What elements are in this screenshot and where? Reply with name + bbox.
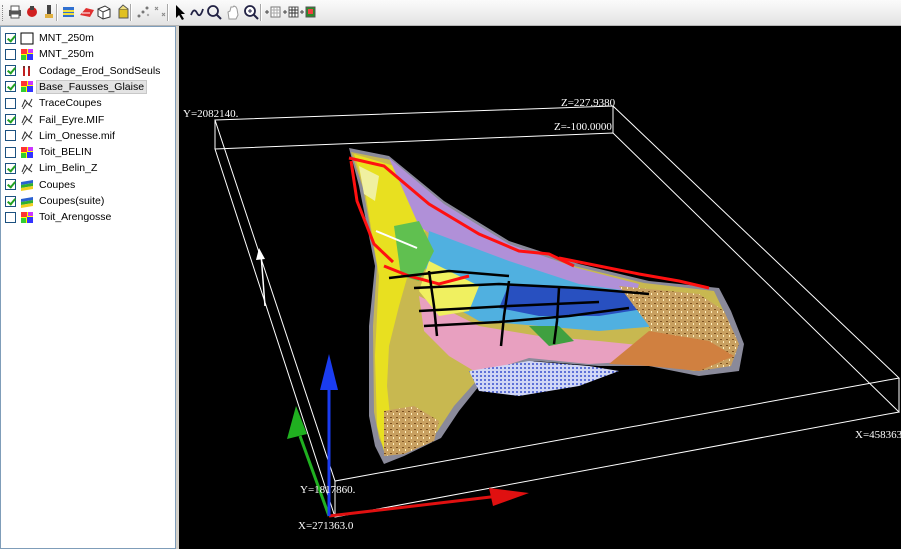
polyline-icon: [20, 162, 34, 175]
layer-visibility-checkbox[interactable]: [5, 146, 16, 158]
sections-icon: [20, 195, 34, 208]
colorful-grid-icon: [20, 211, 34, 224]
pointer-button[interactable]: [171, 3, 189, 21]
layer-name[interactable]: MNT_250m: [37, 48, 96, 60]
layer-name[interactable]: Lim_Onesse.mif: [37, 130, 117, 142]
layer-visibility-checkbox[interactable]: [5, 114, 16, 125]
empty-frame-icon: [20, 32, 34, 45]
label-y-bottom: Y=1817860.: [300, 484, 356, 496]
layer-item[interactable]: Coupes(suite): [5, 193, 106, 209]
toolbar-separator: [167, 4, 169, 21]
colorful-grid-icon: [20, 146, 34, 159]
surface-icon: [80, 8, 94, 17]
sections-icon: [20, 178, 34, 192]
3d-scene[interactable]: [179, 26, 901, 549]
open-icon: [27, 6, 37, 17]
layer-name[interactable]: Toit_BELIN: [37, 146, 94, 158]
layer-item[interactable]: Toit_Arengosse: [5, 209, 113, 225]
layer-visibility-checkbox[interactable]: [5, 130, 16, 142]
open-button[interactable]: [23, 3, 41, 21]
layer-item[interactable]: TraceCoupes: [5, 95, 104, 111]
cube-icon: [97, 5, 111, 20]
cube-button[interactable]: [95, 3, 113, 21]
zoom-window-icon: [244, 5, 259, 20]
add-section-icon: [283, 6, 299, 18]
layer-name[interactable]: Codage_Erod_SondSeuls: [37, 65, 162, 77]
layer-name[interactable]: Toit_Arengosse: [37, 211, 113, 223]
toolbar-grip[interactable]: [2, 5, 5, 21]
layer-name[interactable]: Lim_Belin_Z: [37, 162, 99, 174]
layer-item[interactable]: Fail_Eyre.MIF: [5, 112, 106, 128]
layer-visibility-checkbox[interactable]: [5, 65, 16, 77]
layer-item[interactable]: Coupes: [5, 177, 77, 193]
pan-hand-button[interactable]: [224, 3, 242, 21]
label-x-right: X=458363: [855, 429, 901, 441]
layer-item[interactable]: Lim_Belin_Z: [5, 160, 99, 176]
print-button[interactable]: [6, 3, 24, 21]
colorful-grid-icon: [20, 80, 34, 93]
layer-item[interactable]: MNT_250m: [5, 46, 96, 62]
layers-icon: [63, 7, 74, 17]
add-section-button[interactable]: [281, 3, 299, 21]
toolbar-separator: [56, 4, 58, 21]
layer-name[interactable]: MNT_250m: [37, 32, 96, 44]
add-grid-button[interactable]: [263, 3, 281, 21]
drillhole-icon: [20, 64, 34, 77]
layer-visibility-checkbox[interactable]: [5, 211, 16, 223]
toolbar: [0, 0, 901, 26]
zoom-window-button[interactable]: [242, 3, 260, 21]
surface-button[interactable]: [78, 3, 96, 21]
polyline-icon: [20, 129, 34, 142]
label-z-bottom: Z=-100.0000: [554, 121, 612, 133]
scatter-button[interactable]: [134, 3, 152, 21]
layer-name[interactable]: Coupes: [37, 179, 77, 191]
lasso-icon: [190, 8, 204, 17]
3d-viewport[interactable]: Y=2082140. Z=227.9380 Z=-100.0000 X=4583…: [179, 26, 901, 549]
lasso-button[interactable]: [188, 3, 206, 21]
pointer-icon: [176, 5, 185, 20]
layer-item[interactable]: Codage_Erod_SondSeuls: [5, 63, 162, 79]
layer-visibility-checkbox[interactable]: [5, 48, 16, 60]
layer-item[interactable]: Base_Fausses_Glaise: [5, 79, 148, 95]
label-y-top: Y=2082140.: [183, 108, 239, 120]
scatter-icon: [137, 6, 150, 18]
layer-item[interactable]: MNT_250m: [5, 30, 96, 46]
layer-visibility-checkbox[interactable]: [5, 195, 16, 207]
add-grid-icon: [265, 6, 281, 18]
layer-visibility-checkbox[interactable]: [5, 32, 16, 44]
layer-item[interactable]: Toit_BELIN: [5, 144, 94, 160]
print-icon: [9, 5, 21, 19]
zoom-button[interactable]: [205, 3, 223, 21]
layer-name[interactable]: TraceCoupes: [37, 97, 104, 109]
label-z-top: Z=227.9380: [561, 97, 616, 109]
zoom-icon: [207, 5, 222, 20]
layer-visibility-checkbox[interactable]: [5, 162, 16, 174]
toolbar-separator: [260, 4, 262, 21]
polyline-icon: [20, 97, 34, 110]
toolbar-separator: [130, 4, 132, 21]
layers-button[interactable]: [60, 3, 78, 21]
layer-visibility-checkbox[interactable]: [5, 97, 16, 109]
label-x-origin: X=271363.0: [298, 520, 354, 532]
pan-hand-icon: [227, 5, 239, 20]
layer-item[interactable]: Lim_Onesse.mif: [5, 128, 117, 144]
add-image-button[interactable]: [298, 3, 316, 21]
layer-visibility-checkbox[interactable]: [5, 81, 16, 93]
layer-visibility-checkbox[interactable]: [5, 179, 16, 191]
polyline-icon: [20, 113, 34, 126]
terrain-surface: [349, 148, 744, 464]
layer-list-panel: MNT_250m MNT_250m Codage_Erod_SondSeuls Bas…: [0, 26, 176, 549]
layer-name[interactable]: Base_Fausses_Glaise: [35, 79, 148, 94]
add-image-icon: [300, 6, 316, 18]
layer-name[interactable]: Fail_Eyre.MIF: [37, 114, 106, 126]
layer-name[interactable]: Coupes(suite): [37, 195, 106, 207]
colorful-grid-icon: [20, 48, 34, 61]
